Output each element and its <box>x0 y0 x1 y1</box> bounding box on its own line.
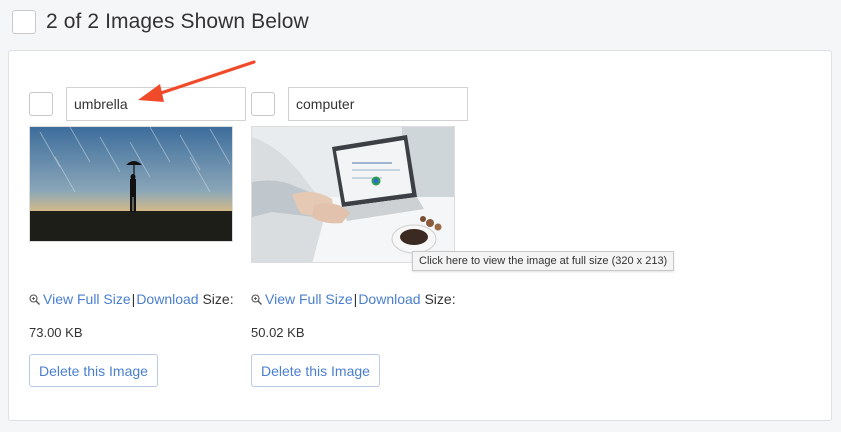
image-2-checkbox[interactable] <box>251 92 275 116</box>
page-title: 2 of 2 Images Shown Below <box>46 10 309 33</box>
image-2-view-full-size-link[interactable]: View Full Size <box>265 291 353 307</box>
zoom-icon <box>29 292 40 308</box>
computer-photo-icon <box>252 127 454 262</box>
images-panel: View Full Size|Download Size: 73.00 KB D… <box>8 50 832 421</box>
image-2-delete-button[interactable]: Delete this Image <box>251 354 380 387</box>
image-1-size-label: Size: <box>202 291 234 307</box>
image-1-name-input[interactable] <box>66 87 246 121</box>
full-size-tooltip: Click here to view the image at full siz… <box>412 251 675 271</box>
image-2-size-value: 50.02 KB <box>251 325 305 340</box>
image-1-size-value: 73.00 KB <box>29 325 83 340</box>
image-1-checkbox[interactable] <box>29 92 53 116</box>
image-1-view-full-size-link[interactable]: View Full Size <box>43 291 131 307</box>
image-2-links: View Full Size|Download Size: <box>251 291 456 308</box>
image-1-delete-button[interactable]: Delete this Image <box>29 354 158 387</box>
image-2-thumbnail[interactable] <box>251 126 455 263</box>
select-all-checkbox[interactable] <box>12 10 36 34</box>
umbrella-photo-icon <box>30 127 232 241</box>
image-1-download-link[interactable]: Download <box>136 291 198 307</box>
link-separator: | <box>131 291 136 307</box>
page-header: 2 of 2 Images Shown Below <box>12 8 309 36</box>
image-card-2-header <box>251 87 468 121</box>
link-separator: | <box>353 291 358 307</box>
image-1-links: View Full Size|Download Size: <box>29 291 234 308</box>
image-2-size-label: Size: <box>424 291 456 307</box>
image-card-1-header <box>29 87 246 121</box>
image-2-name-input[interactable] <box>288 87 468 121</box>
image-2-download-link[interactable]: Download <box>358 291 420 307</box>
zoom-icon <box>251 292 262 308</box>
image-1-thumbnail[interactable] <box>29 126 233 242</box>
